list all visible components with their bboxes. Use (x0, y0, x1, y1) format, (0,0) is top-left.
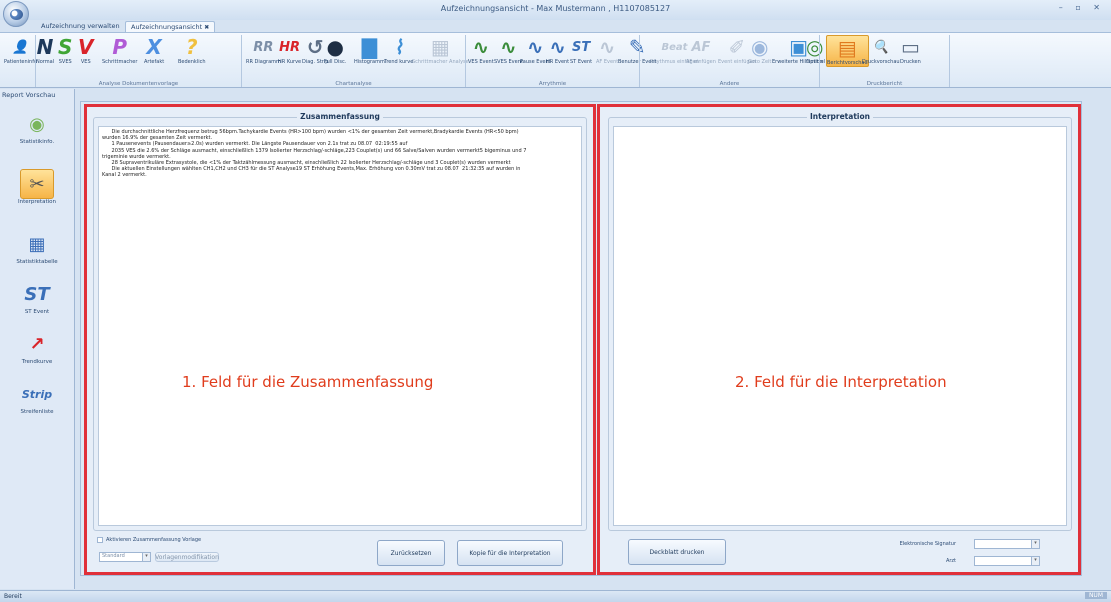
title-bar: Aufzeichnungsansicht - Max Mustermann , … (0, 0, 1111, 20)
group-analyse-dokumentenvorlage: Analyse Dokumentenvorlage (36, 35, 242, 87)
doctor-label: Arzt (945, 558, 956, 564)
copy-to-interpretation-button[interactable]: Kopie für die Interpretation (457, 540, 563, 566)
nav-item-st-event[interactable]: ST ST Event (4, 279, 70, 316)
summary-textarea[interactable]: Die durchschnittliche Herzfrequenz betru… (98, 126, 582, 526)
template-select[interactable]: Standard ▾ (99, 552, 151, 562)
nav-item-icon: ↗ (29, 333, 45, 355)
nav-item-label: ST Event (24, 309, 50, 315)
nav-item-label: Statistiktabelle (16, 259, 58, 265)
group-label: Analyse Dokumentenvorlage (98, 81, 179, 87)
template-checkbox-label: Aktivieren Zusammenfassung Vorlage (106, 537, 202, 543)
nav-item-streifenliste[interactable]: Strip Streifenliste (4, 379, 70, 416)
interpretation-panel: Interpretation 2. Feld für die Interpret… (597, 104, 1081, 575)
group-druckbericht: Druckbericht (820, 35, 950, 87)
summary-text: Die durchschnittliche Herzfrequenz betru… (102, 129, 578, 179)
print-cover-button[interactable]: Deckblatt drucken (628, 539, 726, 565)
template-modify-button[interactable]: Vorlagenmodifikation (155, 552, 219, 562)
tab-aufzeichnung-verwalten[interactable]: Aufzeichnung verwalten (36, 21, 125, 32)
summary-annotation: 1. Feld für die Zusammenfassung (182, 373, 434, 391)
nav-item-label: Trendkurve (21, 359, 53, 365)
template-select-value: Standard (102, 553, 125, 559)
summary-line: Die aktuellen Einstellungen wählten CH1,… (102, 166, 521, 173)
application-menu-button[interactable] (3, 1, 29, 27)
summary-title-wrap: Zusammenfassung (94, 112, 586, 121)
group-arrythmie: Arrythmie (466, 35, 640, 87)
doctor-select[interactable]: ▾ (974, 556, 1040, 566)
group-label: Chartanalyse (335, 81, 372, 87)
nav-item-statistikinfo[interactable]: ◉ Statistikinfo. (4, 109, 70, 146)
report-content: Zusammenfassung Die durchschnittliche He… (80, 101, 1082, 576)
group-label: Arrythmie (538, 81, 567, 87)
nav-item-icon: Strip (21, 387, 53, 401)
num-lock-indicator: NUM (1084, 592, 1107, 599)
ribbon-tabs: Aufzeichnung verwalten Aufzeichnungsansi… (0, 20, 1111, 32)
chevron-down-icon: ▾ (1031, 540, 1039, 548)
chevron-down-icon: ▾ (1031, 557, 1039, 565)
tab-aufzeichnungsansicht[interactable]: Aufzeichnungsansicht ✖ (125, 21, 216, 32)
nav-item-icon: ▦ (28, 233, 46, 255)
group-andere: Andere (640, 35, 820, 87)
status-bar: Bereit NUM (0, 590, 1111, 602)
ribbon: 👤 Patienteninfo N Normal S SVES V VES P Schrittma… (0, 32, 1111, 88)
reset-button[interactable]: Zurücksetzen (377, 540, 445, 566)
tab-close-icon[interactable]: ✖ (204, 24, 209, 31)
window-controls[interactable]: – ▫ ✕ (1059, 3, 1105, 12)
status-text: Bereit (4, 593, 22, 600)
chevron-down-icon: ▾ (142, 553, 150, 561)
nav-item-icon: ST (24, 283, 50, 305)
group-patient (2, 35, 36, 87)
nav-item-label: Statistikinfo. (19, 139, 55, 145)
nav-item-label: Streifenliste (20, 409, 54, 415)
signature-label: Elektronische Signatur (899, 541, 956, 547)
nav-item-trendkurve[interactable]: ↗ Trendkurve (4, 329, 70, 366)
nav-item-label: Interpretation (18, 199, 56, 205)
summary-fieldset: Zusammenfassung Die durchschnittliche He… (93, 112, 587, 531)
interpretation-title: Interpretation (807, 112, 873, 121)
interpretation-annotation: 2. Feld für die Interpretation (735, 373, 947, 391)
template-checkbox[interactable] (97, 537, 103, 543)
summary-line: 2035 VES die 2.6% der Schläge ausmacht, … (102, 147, 527, 154)
tab-label: Aufzeichnungsansicht (131, 23, 203, 31)
summary-title: Zusammenfassung (297, 112, 383, 121)
report-navigation-pane: Report Vorschau ◉ Statistikinfo. ✂ Interpre… (0, 89, 75, 589)
group-label: Druckbericht (866, 81, 903, 87)
interpretation-fieldset: Interpretation (608, 112, 1072, 531)
app-logo-icon (10, 9, 23, 20)
nav-item-interpretation[interactable]: ✂ Interpretation (4, 169, 70, 205)
template-checkbox-row[interactable]: Aktivieren Zusammenfassung Vorlage (97, 537, 201, 543)
group-chartanalyse: Chartanalyse (242, 35, 466, 87)
nav-item-icon: ✂ (20, 169, 54, 199)
summary-line: Kanal 2 vermerkt. (102, 172, 147, 179)
summary-panel: Zusammenfassung Die durchschnittliche He… (84, 104, 596, 575)
group-label: Andere (719, 81, 740, 87)
nav-item-statistiktabelle[interactable]: ▦ Statistiktabelle (4, 229, 70, 266)
signature-select[interactable]: ▾ (974, 539, 1040, 549)
nav-item-icon: ◉ (29, 113, 45, 135)
window-title: Aufzeichnungsansicht - Max Mustermann , … (440, 4, 671, 13)
interpretation-textarea[interactable] (613, 126, 1067, 526)
interpretation-title-wrap: Interpretation (609, 112, 1071, 121)
nav-header: Report Vorschau (2, 91, 56, 99)
